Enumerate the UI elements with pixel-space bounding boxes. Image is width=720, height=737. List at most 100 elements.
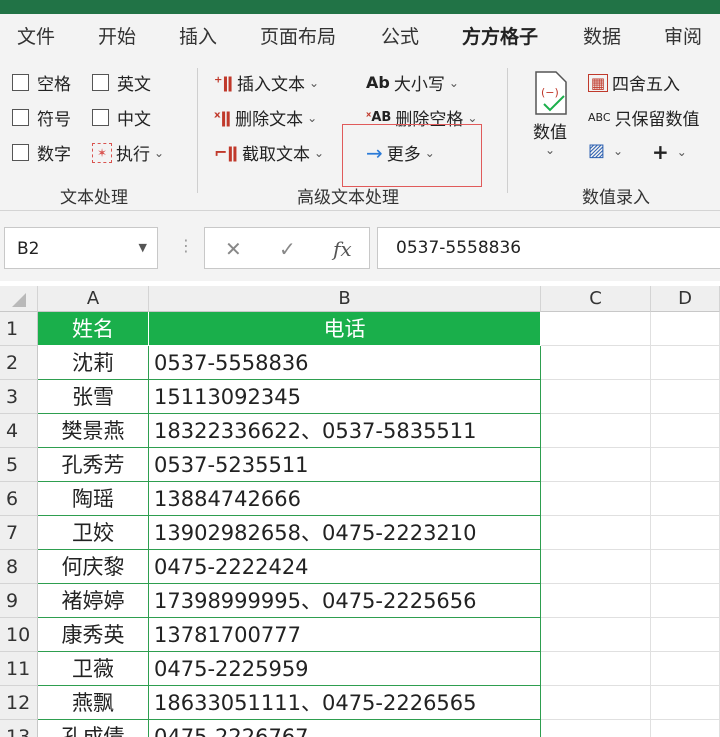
row-header[interactable]: 2	[0, 346, 38, 380]
cell[interactable]	[541, 686, 651, 720]
confirm-icon[interactable]: ✓	[279, 237, 296, 261]
cell-phone[interactable]: 17398999995、0475-2225656	[149, 584, 541, 618]
cell[interactable]	[541, 550, 651, 584]
cell-phone[interactable]: 13884742666	[149, 482, 541, 516]
cell-phone[interactable]: 0537-5558836	[149, 346, 541, 380]
value-button[interactable]: (−) 数值 ⌄	[530, 70, 570, 157]
cell-phone[interactable]: 18633051111、0475-2226565	[149, 686, 541, 720]
cell-phone[interactable]: 13781700777	[149, 618, 541, 652]
row-header[interactable]: 1	[0, 312, 38, 346]
cell[interactable]	[651, 618, 720, 652]
cell[interactable]	[651, 686, 720, 720]
cell-name[interactable]: 褚婷婷	[38, 584, 149, 618]
checkbox-number[interactable]: 数字	[12, 140, 71, 165]
cell[interactable]	[541, 414, 651, 448]
cell-name[interactable]: 燕飘	[38, 686, 149, 720]
tab-review[interactable]: 审阅	[664, 22, 702, 49]
formula-input[interactable]: 0537-5558836	[377, 227, 720, 269]
cell-name[interactable]: 孔秀芳	[38, 448, 149, 482]
row-header[interactable]: 4	[0, 414, 38, 448]
cell[interactable]	[651, 346, 720, 380]
tab-data[interactable]: 数据	[583, 22, 621, 49]
cell-phone[interactable]: 18322336622、0537-5835511	[149, 414, 541, 448]
cell[interactable]	[651, 720, 720, 737]
row-header[interactable]: 8	[0, 550, 38, 584]
delete-text-button[interactable]: ˣǁ 删除文本 ⌄	[214, 105, 317, 130]
cell-name[interactable]: 卫姣	[38, 516, 149, 550]
tab-fangfanggezi[interactable]: 方方格子	[462, 22, 538, 49]
cell-phone[interactable]: 15113092345	[149, 380, 541, 414]
cell-name[interactable]: 何庆黎	[38, 550, 149, 584]
column-header-a[interactable]: A	[38, 286, 149, 312]
checkbox-space[interactable]: 空格	[12, 70, 71, 95]
add-button[interactable]: + ⌄	[652, 140, 687, 164]
cell[interactable]	[541, 346, 651, 380]
cell[interactable]	[541, 584, 651, 618]
cell[interactable]	[541, 380, 651, 414]
cell[interactable]	[541, 482, 651, 516]
row-header[interactable]: 9	[0, 584, 38, 618]
row-header[interactable]: 6	[0, 482, 38, 516]
row-header[interactable]: 13	[0, 720, 38, 737]
checkbox-english[interactable]: 英文	[92, 70, 151, 95]
tab-file[interactable]: 文件	[17, 22, 55, 49]
cell-phone[interactable]: 0475-2226767	[149, 720, 541, 737]
cell[interactable]	[651, 584, 720, 618]
checkbox-symbol[interactable]: 符号	[12, 105, 71, 130]
extract-text-button[interactable]: ⌐ǁ 截取文本 ⌄	[214, 140, 324, 165]
row-header[interactable]: 7	[0, 516, 38, 550]
cell[interactable]	[651, 516, 720, 550]
cell[interactable]	[651, 550, 720, 584]
header-cell-name[interactable]: 姓名	[38, 312, 149, 346]
execute-button[interactable]: ✶ 执行 ⌄	[92, 140, 164, 165]
edit-format-button[interactable]: ▨ ⌄	[588, 140, 623, 161]
cell[interactable]	[541, 652, 651, 686]
cell[interactable]	[651, 448, 720, 482]
cell-name[interactable]: 卫薇	[38, 652, 149, 686]
cell-name[interactable]: 樊景燕	[38, 414, 149, 448]
dropdown-arrow-icon[interactable]: ▼	[139, 241, 147, 254]
splitter-icon[interactable]: ⋮	[178, 236, 194, 255]
cancel-icon[interactable]: ✕	[225, 237, 242, 261]
cell-name[interactable]: 张雪	[38, 380, 149, 414]
cell[interactable]	[651, 414, 720, 448]
cell-name[interactable]: 康秀英	[38, 618, 149, 652]
tab-home[interactable]: 开始	[98, 22, 136, 49]
cell[interactable]	[541, 516, 651, 550]
keep-value-button[interactable]: ABC 只保留数值	[588, 105, 700, 130]
cell-phone[interactable]: 0475-2222424	[149, 550, 541, 584]
cell[interactable]	[651, 312, 720, 346]
cell-name[interactable]: 陶瑶	[38, 482, 149, 516]
cell[interactable]	[541, 448, 651, 482]
round-button[interactable]: ▦ 四舍五入	[588, 70, 680, 95]
cell-name[interactable]: 沈莉	[38, 346, 149, 380]
tab-formulas[interactable]: 公式	[381, 22, 419, 49]
row-header[interactable]: 3	[0, 380, 38, 414]
cell[interactable]	[651, 652, 720, 686]
row-header[interactable]: 10	[0, 618, 38, 652]
row-header[interactable]: 11	[0, 652, 38, 686]
checkbox-chinese[interactable]: 中文	[92, 105, 151, 130]
cell-phone[interactable]: 13902982658、0475-2223210	[149, 516, 541, 550]
column-header-d[interactable]: D	[651, 286, 720, 312]
cell[interactable]	[651, 482, 720, 516]
cell[interactable]	[541, 312, 651, 346]
cell-name[interactable]: 孔成倩	[38, 720, 149, 737]
name-box[interactable]: B2 ▼	[4, 227, 158, 269]
cell[interactable]	[651, 380, 720, 414]
column-header-b[interactable]: B	[149, 286, 541, 312]
row-header[interactable]: 5	[0, 448, 38, 482]
case-button[interactable]: Ab 大小写 ⌄	[366, 70, 459, 95]
cell[interactable]	[541, 618, 651, 652]
insert-text-button[interactable]: ⁺ǁ 插入文本 ⌄	[214, 70, 319, 95]
row-header[interactable]: 12	[0, 686, 38, 720]
cell-phone[interactable]: 0475-2225959	[149, 652, 541, 686]
cell-phone[interactable]: 0537-5235511	[149, 448, 541, 482]
tab-insert[interactable]: 插入	[179, 22, 217, 49]
select-all-corner[interactable]	[0, 286, 38, 312]
tab-page-layout[interactable]: 页面布局	[260, 22, 336, 49]
column-header-c[interactable]: C	[541, 286, 651, 312]
function-icon[interactable]: fx	[333, 237, 352, 261]
cell[interactable]	[541, 720, 651, 737]
header-cell-phone[interactable]: 电话	[149, 312, 541, 346]
